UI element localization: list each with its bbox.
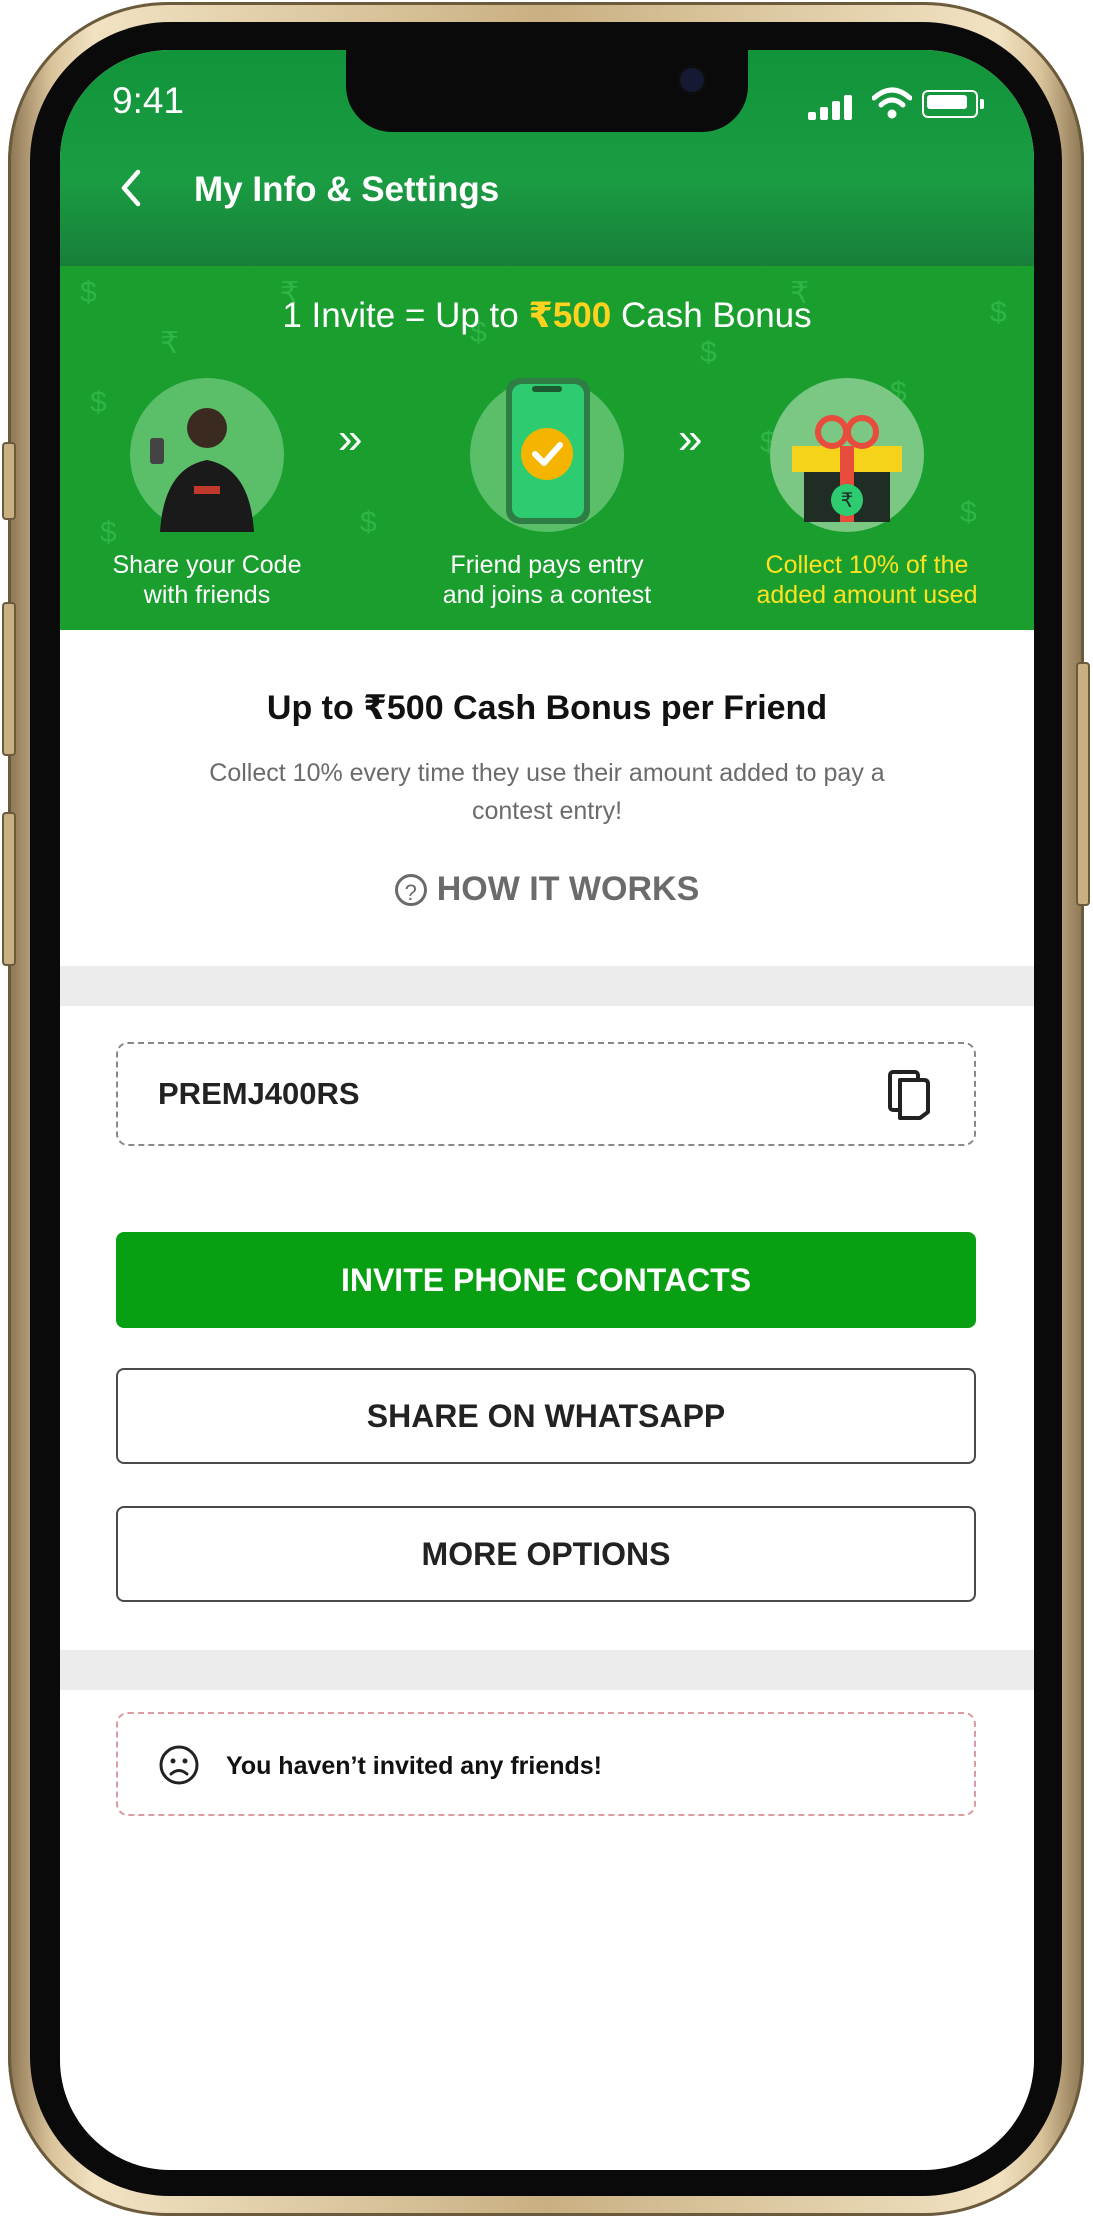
section-divider: [60, 1650, 1034, 1690]
copy-icon[interactable]: [886, 1068, 932, 1122]
back-arrow-icon[interactable]: [112, 168, 152, 208]
referral-code: PREMJ400RS: [158, 1076, 360, 1111]
step-1-line-2: with friends: [143, 581, 271, 609]
share-on-whatsapp-button[interactable]: SHARE ON WHATSAPP: [116, 1368, 976, 1464]
banner-title-amount: ₹500: [528, 296, 612, 335]
sad-face-icon: [159, 1745, 199, 1785]
status-time: 9:41: [112, 80, 185, 121]
help-circle-icon: ?: [394, 873, 427, 906]
invite-phone-contacts-button[interactable]: INVITE PHONE CONTACTS: [116, 1232, 976, 1328]
step-3-line-1: Collect 10% of the: [765, 551, 969, 579]
double-chevron-icon: »: [338, 414, 363, 463]
step-label-share: Share your Code with friends: [77, 550, 337, 610]
volume-down-button: [2, 812, 16, 966]
mute-switch: [2, 442, 16, 520]
step-label-collect: Collect 10% of the added amount used: [727, 550, 1007, 610]
page-title: My Info & Settings: [194, 170, 500, 209]
app-header: 9:41 My Info & Settings: [60, 50, 1034, 266]
svg-text:₹: ₹: [841, 488, 854, 512]
step-label-friend-pays: Friend pays entry and joins a contest: [417, 550, 677, 610]
power-button: [1076, 662, 1090, 906]
referral-banner: $ ₹ $ ₹ $ $ ₹ $ ₹ $ $ $ $ $ 1 Invite = U…: [60, 266, 1034, 630]
friend-pays-illustration: [470, 378, 624, 532]
bonus-title: Up to ₹500 Cash Bonus per Friend: [266, 689, 828, 727]
app-screen: 9:41 My Info & Settings $ ₹ $ ₹ $ $ ₹ $ …: [60, 50, 1034, 2170]
more-options-button[interactable]: MORE OPTIONS: [116, 1506, 976, 1602]
how-it-works-label: HOW IT WORKS: [436, 870, 700, 908]
gift-bonus-illustration: ₹: [770, 378, 924, 532]
volume-up-button: [2, 602, 16, 756]
notch: [346, 50, 748, 132]
bonus-info-card: Up to ₹500 Cash Bonus per Friend Collect…: [60, 630, 1034, 966]
battery-icon: [922, 90, 984, 118]
section-divider: [60, 966, 1034, 1006]
wifi-icon: [872, 87, 912, 119]
signal-icon: [808, 94, 856, 120]
step-2-line-1: Friend pays entry: [450, 551, 644, 579]
step-1-line-1: Share your Code: [112, 551, 302, 579]
step-2-line-2: and joins a contest: [442, 581, 652, 609]
share-code-illustration: [130, 378, 284, 532]
banner-title-prefix: 1 Invite = Up to: [282, 296, 529, 335]
banner-title: 1 Invite = Up to ₹500 Cash Bonus: [60, 296, 1034, 336]
invited-friends-empty-state: You haven’t invited any friends!: [116, 1712, 976, 1816]
referral-code-field[interactable]: PREMJ400RS: [116, 1042, 976, 1146]
how-it-works-link[interactable]: ? HOW IT WORKS: [394, 870, 700, 909]
banner-title-suffix: Cash Bonus: [611, 296, 812, 335]
no-friends-message: You haven’t invited any friends!: [226, 1752, 602, 1780]
double-chevron-icon: »: [678, 414, 703, 463]
bonus-description: Collect 10% every time they use their am…: [209, 759, 885, 825]
step-3-line-2: added amount used: [756, 581, 978, 609]
front-camera: [680, 68, 704, 92]
